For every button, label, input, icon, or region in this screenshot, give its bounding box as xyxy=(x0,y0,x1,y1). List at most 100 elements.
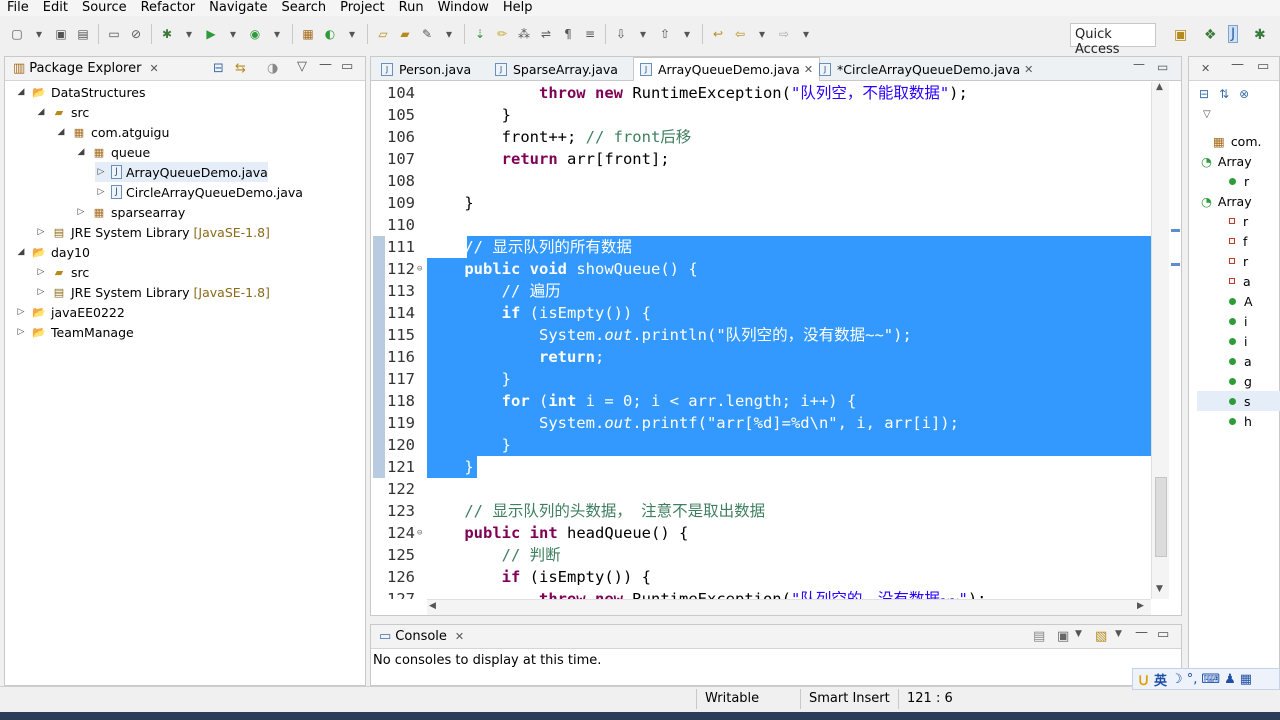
terminal-icon[interactable]: ▭ xyxy=(105,25,123,43)
quick-access-field[interactable]: Quick Access xyxy=(1070,23,1156,57)
minimize-icon[interactable]: — xyxy=(1135,625,1148,640)
dropdown-arrow-icon[interactable]: ▾ xyxy=(797,25,815,43)
dropdown-arrow-icon[interactable]: ▾ xyxy=(753,25,771,43)
code-line[interactable]: 104 throw new RuntimeException("队列空，不能取数… xyxy=(371,82,1151,104)
expanded-arrow-icon[interactable]: ◢ xyxy=(35,107,47,117)
code-line[interactable]: 122 xyxy=(371,478,1151,500)
java-perspective-icon[interactable]: J xyxy=(1228,25,1239,43)
minimize-icon[interactable]: — xyxy=(1231,57,1244,72)
maximize-icon[interactable]: ▭ xyxy=(341,59,353,74)
outline-item[interactable]: s xyxy=(1197,391,1280,411)
tree-item[interactable]: ▷ ▰ src xyxy=(35,262,90,282)
vertical-scrollbar[interactable]: ▲ ▼ xyxy=(1151,82,1169,599)
code-line[interactable]: 112 public void showQueue() {⊖ xyxy=(371,258,1151,280)
hide-fields-icon[interactable]: ⊗ xyxy=(1239,87,1249,101)
skip-breakpoints-icon[interactable]: ⊘ xyxy=(127,25,145,43)
outline-item[interactable]: ▦ com. xyxy=(1213,131,1261,151)
code-line[interactable]: 109 } xyxy=(371,192,1151,214)
minimize-icon[interactable]: — xyxy=(319,57,332,72)
tree-item[interactable]: ▷ J CircleArrayQueueDemo.java xyxy=(95,182,303,202)
java-ee-perspective-icon[interactable]: ❖ xyxy=(1204,27,1217,43)
outline-item[interactable]: f xyxy=(1229,231,1247,251)
code-line[interactable]: 113 // 遍历 xyxy=(371,280,1151,302)
grid-icon[interactable]: ▦ xyxy=(1240,672,1252,687)
dropdown-arrow-icon[interactable]: ▾ xyxy=(440,25,458,43)
outline-item[interactable]: r xyxy=(1229,211,1248,231)
save-all-icon[interactable]: ▤ xyxy=(74,25,92,43)
block-selection-icon[interactable]: ⁂ xyxy=(515,25,533,43)
debug-perspective-icon[interactable]: ✱ xyxy=(1254,27,1266,43)
last-edit-location-icon[interactable]: ↩ xyxy=(709,25,727,43)
scroll-down-icon[interactable]: ▼ xyxy=(1156,584,1163,594)
close-icon[interactable]: ✕ xyxy=(455,630,464,643)
run-icon[interactable]: ▶ xyxy=(202,25,220,43)
collapsed-arrow-icon[interactable]: ▷ xyxy=(95,167,107,177)
package-explorer-tab[interactable]: ▥ Package Explorer ✕ xyxy=(13,61,159,76)
collapsed-arrow-icon[interactable]: ▷ xyxy=(95,187,107,197)
tree-item[interactable]: ▷ 📂 TeamManage xyxy=(15,322,134,342)
new-java-class-icon[interactable]: ◐ xyxy=(321,25,339,43)
tree-item[interactable]: ▷ J ArrayQueueDemo.java xyxy=(95,162,268,182)
maximize-icon[interactable]: ▭ xyxy=(1157,627,1169,642)
menu-file[interactable]: File xyxy=(0,0,36,16)
outline-item[interactable]: r xyxy=(1229,171,1249,191)
dropdown-arrow-icon[interactable]: ▾ xyxy=(180,25,198,43)
open-type-icon[interactable]: ▱ xyxy=(374,25,392,43)
menu-project[interactable]: Project xyxy=(333,0,391,16)
expanded-arrow-icon[interactable]: ◢ xyxy=(55,127,67,137)
tree-item[interactable]: ▷ 📂 javaEE0222 xyxy=(15,302,125,322)
collapsed-arrow-icon[interactable]: ▷ xyxy=(15,327,27,337)
outline-item[interactable]: ◔ Array xyxy=(1201,151,1252,171)
collapse-all-icon[interactable]: ⊟ xyxy=(1199,87,1209,101)
menu-run[interactable]: Run xyxy=(392,0,431,16)
new-java-package-icon[interactable]: ▦ xyxy=(299,25,317,43)
new-icon[interactable]: ▢ xyxy=(8,25,26,43)
outline-item[interactable]: A xyxy=(1229,291,1253,311)
outline-item[interactable]: a xyxy=(1229,271,1251,291)
tab-sparsearray-java[interactable]: J SparseArray.java xyxy=(489,57,624,81)
code-line[interactable]: 125 // 判断 xyxy=(371,544,1151,566)
console-tab[interactable]: ▭ Console ✕ xyxy=(379,629,464,644)
external-tools-icon[interactable]: ◉ xyxy=(246,25,264,43)
next-annotation-icon[interactable]: ⇣ xyxy=(471,25,489,43)
menu-help[interactable]: Help xyxy=(496,0,540,16)
overview-marker[interactable] xyxy=(1171,263,1180,266)
debug-icon[interactable]: ✱ xyxy=(158,25,176,43)
outline-item[interactable]: ◔ Array xyxy=(1201,191,1252,211)
code-line[interactable]: 108 xyxy=(371,170,1151,192)
next-edit-icon[interactable]: ⇩ xyxy=(612,25,630,43)
open-perspective-icon[interactable]: ▣ xyxy=(1174,27,1187,43)
overview-marker[interactable] xyxy=(1171,229,1180,232)
code-line[interactable]: 106 front++; // front后移 xyxy=(371,126,1151,148)
display-console-icon[interactable]: ▣ xyxy=(1057,629,1069,644)
dropdown-arrow-icon[interactable]: ▼ xyxy=(1075,629,1082,639)
expanded-arrow-icon[interactable]: ◢ xyxy=(15,87,27,97)
tree-item[interactable]: ▷ ▤ JRE System Library [JavaSE-1.8] xyxy=(35,222,270,242)
code-line[interactable]: 127 throw new RuntimeException("队列空的，没有数… xyxy=(371,588,1151,599)
tab-circlearrayqueuedemo-java[interactable]: J *CircleArrayQueueDemo.java ✕ xyxy=(813,57,1039,81)
collapsed-arrow-icon[interactable]: ▷ xyxy=(75,207,87,217)
code-line[interactable]: 118 for (int i = 0; i < arr.length; i++)… xyxy=(371,390,1151,412)
code-line[interactable]: 123 // 显示队列的头数据， 注意不是取出数据 xyxy=(371,500,1151,522)
menu-navigate[interactable]: Navigate xyxy=(202,0,274,16)
menu-window[interactable]: Window xyxy=(431,0,496,16)
dropdown-arrow-icon[interactable]: ▾ xyxy=(634,25,652,43)
ime-mode-label[interactable]: 英 xyxy=(1154,670,1167,689)
mark-occurrences-icon[interactable]: ✏ xyxy=(493,25,511,43)
code-line[interactable]: 126 if (isEmpty()) { xyxy=(371,566,1151,588)
expanded-arrow-icon[interactable]: ◢ xyxy=(75,147,87,157)
tree-item[interactable]: ◢ 📂 DataStructures xyxy=(15,82,146,102)
keyboard-icon[interactable]: ⌨ xyxy=(1201,672,1220,687)
code-line[interactable]: 105 } xyxy=(371,104,1151,126)
outline-item[interactable]: i xyxy=(1229,311,1247,331)
tab-person-java[interactable]: J Person.java xyxy=(375,57,477,81)
menu-search[interactable]: Search xyxy=(274,0,333,16)
outline-item[interactable]: i xyxy=(1229,331,1247,351)
collapsed-arrow-icon[interactable]: ▷ xyxy=(35,287,47,297)
sort-icon[interactable]: ⇅ xyxy=(1219,87,1229,101)
previous-edit-icon[interactable]: ⇧ xyxy=(656,25,674,43)
outline-item[interactable]: a xyxy=(1229,351,1252,371)
expanded-arrow-icon[interactable]: ◢ xyxy=(15,247,27,257)
code-line[interactable]: 117 } xyxy=(371,368,1151,390)
close-icon[interactable]: ✕ xyxy=(1024,63,1033,76)
